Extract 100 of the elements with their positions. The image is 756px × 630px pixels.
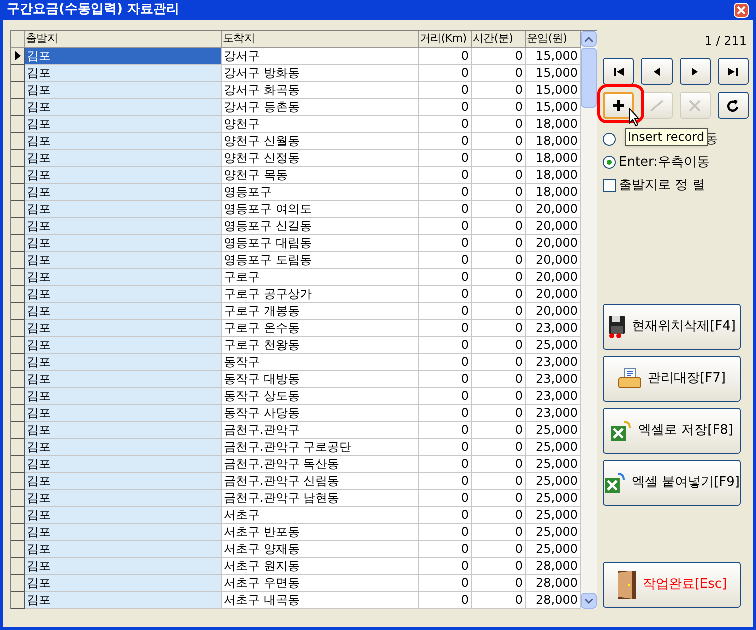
table-cell: 0 — [419, 218, 472, 235]
option-label: 출발지로 정 렬 — [619, 176, 706, 195]
row-indicator[interactable] — [11, 354, 25, 371]
table-cell: 구로구 — [222, 269, 419, 286]
row-indicator[interactable] — [11, 235, 25, 252]
table-cell: 김포 — [25, 286, 222, 303]
spreadsheet-icon — [604, 472, 626, 494]
row-indicator[interactable] — [11, 388, 25, 405]
table-cell: 0 — [419, 252, 472, 269]
navigator-button[interactable] — [603, 92, 634, 119]
last-record-icon — [727, 66, 740, 76]
table-cell: 0 — [419, 337, 472, 354]
row-indicator[interactable] — [11, 269, 25, 286]
table-cell: 0 — [419, 592, 472, 609]
row-indicator[interactable] — [11, 184, 25, 201]
table-cell: 김포 — [25, 456, 222, 473]
row-indicator[interactable] — [11, 524, 25, 541]
table-cell: 동작구 사당동 — [222, 405, 419, 422]
table-cell: 0 — [419, 490, 472, 507]
scroll-thumb[interactable] — [581, 48, 597, 108]
table-cell: 0 — [419, 524, 472, 541]
navigator-button[interactable] — [603, 58, 634, 85]
previous-icon — [652, 66, 661, 76]
row-indicator[interactable] — [11, 592, 25, 609]
row-indicator[interactable] — [11, 82, 25, 99]
action-button[interactable]: 관리대장[F7] — [603, 356, 741, 402]
row-indicator[interactable] — [11, 167, 25, 184]
table-cell: 0 — [472, 422, 526, 439]
table-cell: 0 — [472, 133, 526, 150]
table-cell: 0 — [472, 269, 526, 286]
table-cell: 김포 — [25, 235, 222, 252]
row-indicator[interactable] — [11, 150, 25, 167]
radio-button[interactable] — [603, 133, 616, 146]
table-cell: 금천구.관악구 구로공단 — [222, 439, 419, 456]
navigator-button[interactable] — [718, 58, 749, 85]
row-indicator[interactable] — [11, 558, 25, 575]
table-cell: 김포 — [25, 575, 222, 592]
table-cell: 0 — [419, 184, 472, 201]
row-indicator[interactable] — [11, 541, 25, 558]
table-cell: 0 — [472, 541, 526, 558]
vertical-scrollbar[interactable] — [581, 31, 597, 609]
row-indicator[interactable] — [11, 473, 25, 490]
row-indicator[interactable] — [11, 201, 25, 218]
row-indicator[interactable] — [11, 252, 25, 269]
table-cell: 0 — [419, 456, 472, 473]
row-indicator[interactable] — [11, 116, 25, 133]
scroll-up-button[interactable] — [581, 31, 597, 47]
table-cell: 김포 — [25, 371, 222, 388]
plus-icon — [613, 100, 624, 111]
first-record-icon — [612, 66, 625, 76]
row-indicator[interactable] — [11, 286, 25, 303]
table-cell: 김포 — [25, 337, 222, 354]
row-indicator[interactable] — [11, 48, 25, 65]
table-cell: 0 — [472, 388, 526, 405]
row-indicator[interactable] — [11, 218, 25, 235]
floppy-disk-icon — [608, 315, 626, 339]
row-indicator[interactable] — [11, 133, 25, 150]
row-indicator[interactable] — [11, 490, 25, 507]
navigator-button[interactable] — [641, 58, 672, 85]
table-cell: 0 — [472, 48, 526, 65]
table-cell: 0 — [472, 354, 526, 371]
row-indicator[interactable] — [11, 65, 25, 82]
row-indicator[interactable] — [11, 507, 25, 524]
action-button[interactable]: 작업완료[Esc] — [603, 562, 741, 608]
table-cell: 영등포구 대림동 — [222, 235, 419, 252]
table-cell: 서초구 양재동 — [222, 541, 419, 558]
scroll-down-button[interactable] — [581, 593, 597, 609]
navigator-button[interactable] — [680, 58, 711, 85]
navigator-button[interactable] — [718, 92, 749, 119]
table-cell: 0 — [419, 575, 472, 592]
radio-button[interactable] — [603, 156, 616, 169]
table-cell: 서초구 우면동 — [222, 575, 419, 592]
row-indicator[interactable] — [11, 337, 25, 354]
column-header[interactable]: 도착지 — [222, 31, 419, 48]
table-cell: 양천구 목동 — [222, 167, 419, 184]
table-cell: 김포 — [25, 65, 222, 82]
row-indicator[interactable] — [11, 422, 25, 439]
column-header[interactable]: 시간(분) — [472, 31, 526, 48]
row-indicator[interactable] — [11, 99, 25, 116]
action-button[interactable]: 현재위치삭제[F4] — [603, 304, 741, 350]
table-cell: 0 — [472, 405, 526, 422]
action-button[interactable]: 엑셀 붙여넣기[F9] — [603, 460, 741, 506]
table-cell: 0 — [419, 201, 472, 218]
close-button[interactable] — [734, 2, 749, 18]
table-cell: 0 — [419, 150, 472, 167]
table-cell: 김포 — [25, 473, 222, 490]
row-indicator[interactable] — [11, 456, 25, 473]
row-indicator[interactable] — [11, 371, 25, 388]
table-cell: 0 — [419, 405, 472, 422]
action-button[interactable]: 엑셀로 저장[F8] — [603, 408, 741, 454]
row-indicator[interactable] — [11, 439, 25, 456]
row-indicator[interactable] — [11, 303, 25, 320]
row-indicator[interactable] — [11, 575, 25, 592]
column-header[interactable]: 거리(Km) — [419, 31, 472, 48]
table-cell: 김포 — [25, 184, 222, 201]
table-cell: 0 — [419, 48, 472, 65]
table-cell: 0 — [419, 116, 472, 133]
row-indicator[interactable] — [11, 320, 25, 337]
row-indicator[interactable] — [11, 405, 25, 422]
checkbox[interactable] — [603, 179, 616, 192]
